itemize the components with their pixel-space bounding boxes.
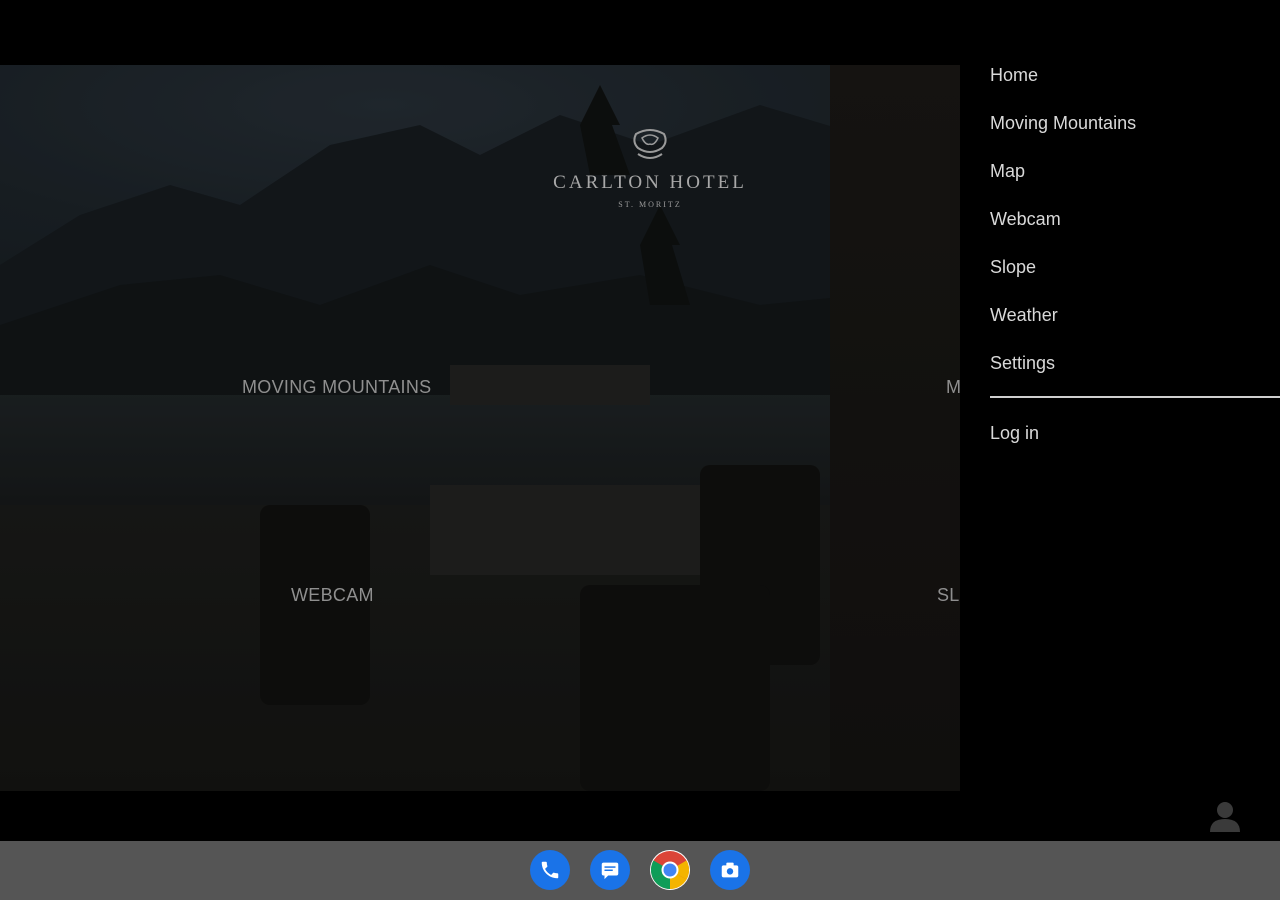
menu-item-weather[interactable]: Weather: [990, 305, 1058, 326]
user-account-icon[interactable]: [1208, 800, 1242, 834]
tile-slope[interactable]: SL: [937, 585, 960, 606]
tile-moving-mountains[interactable]: MOVING MOUNTAINS: [242, 377, 431, 398]
phone-icon[interactable]: [530, 850, 570, 890]
tile-webcam[interactable]: WEBCAM: [291, 585, 374, 606]
navigation-drawer: Home Moving Mountains Map Webcam Slope W…: [960, 55, 1280, 841]
crest-icon: [633, 129, 667, 159]
menu-item-moving-mountains[interactable]: Moving Mountains: [990, 113, 1136, 134]
menu-item-settings[interactable]: Settings: [990, 353, 1055, 374]
menu-item-webcam[interactable]: Webcam: [990, 209, 1061, 230]
system-dock: [0, 841, 1280, 900]
dim-overlay: [0, 65, 960, 791]
menu-item-slope[interactable]: Slope: [990, 257, 1036, 278]
chrome-icon[interactable]: [650, 850, 690, 890]
menu-item-login[interactable]: Log in: [990, 423, 1039, 444]
tile-map[interactable]: M: [946, 377, 961, 398]
brand-location: ST. MORITZ: [618, 200, 682, 209]
menu-item-home[interactable]: Home: [990, 65, 1038, 86]
menu-divider: [990, 396, 1280, 398]
messages-icon[interactable]: [590, 850, 630, 890]
brand-name: CARLTON HOTEL: [553, 172, 747, 193]
menu-item-map[interactable]: Map: [990, 161, 1025, 182]
app-background-image: [0, 65, 960, 791]
camera-icon[interactable]: [710, 850, 750, 890]
hotel-logo: CARLTON HOTEL ST. MORITZ: [530, 128, 770, 209]
